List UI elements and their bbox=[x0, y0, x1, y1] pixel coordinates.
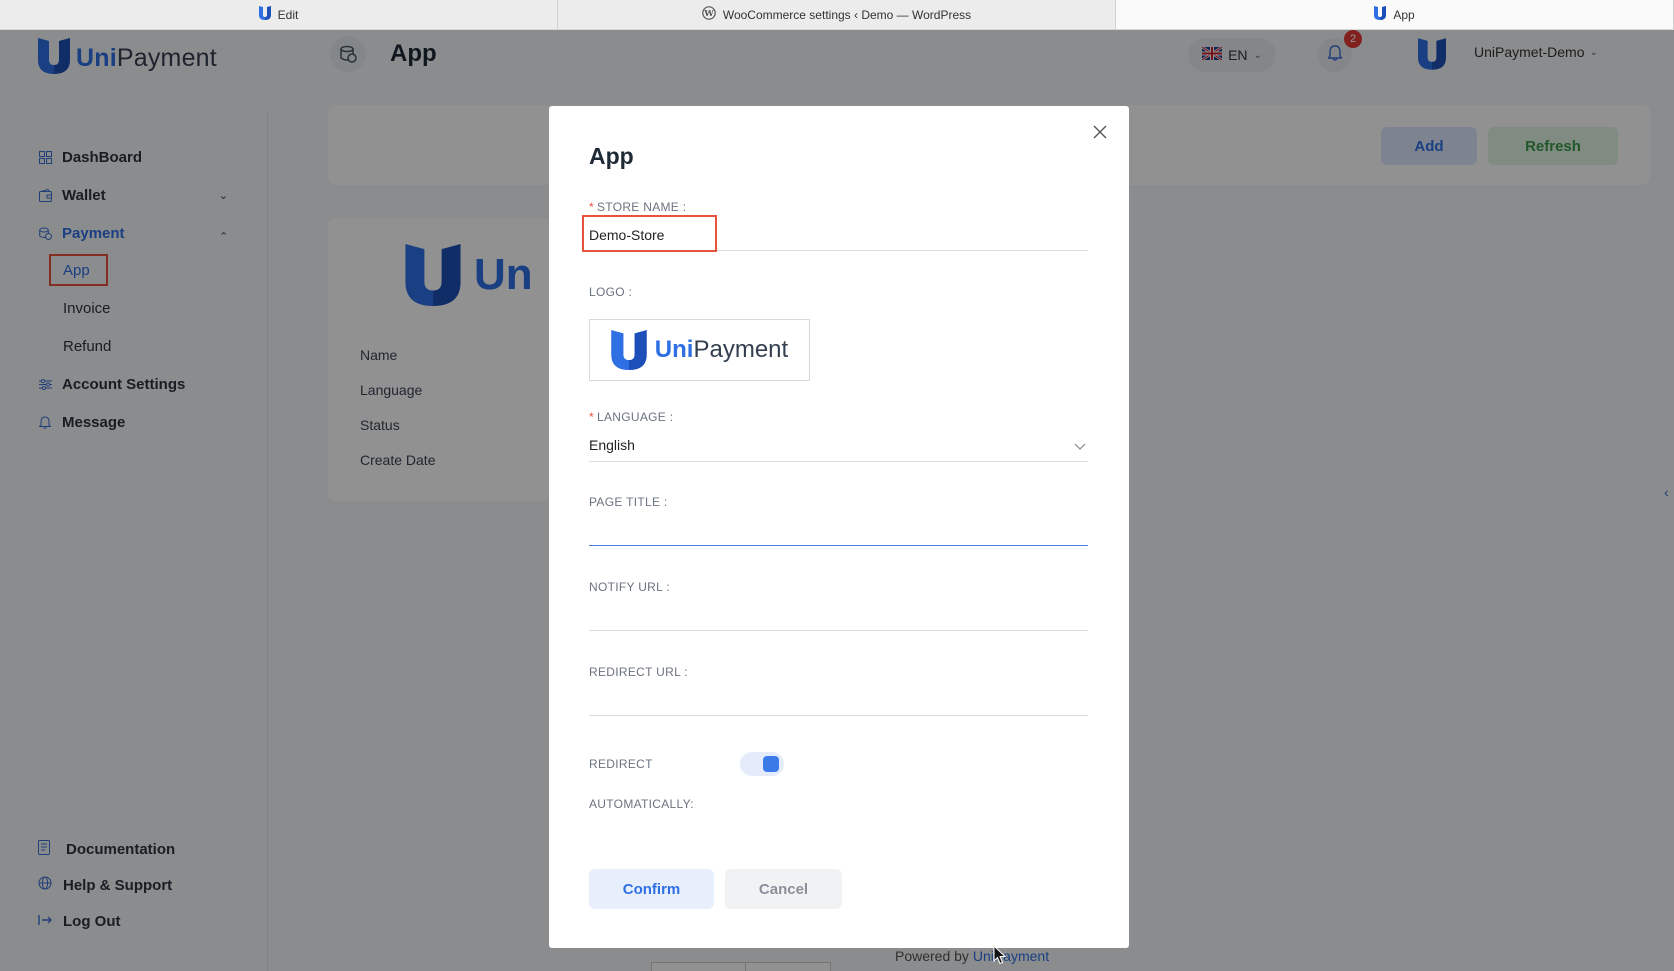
store-name-highlight-box bbox=[582, 215, 717, 252]
toggle-knob bbox=[763, 756, 779, 772]
unipayment-icon bbox=[258, 5, 271, 24]
wordpress-icon: W bbox=[702, 6, 716, 23]
notify-url-input[interactable] bbox=[589, 600, 1088, 628]
language-underline bbox=[589, 461, 1088, 462]
logo-label: LOGO : bbox=[589, 285, 633, 299]
close-icon[interactable] bbox=[1092, 124, 1108, 140]
browser-tab-strip: Edit W WooCommerce settings ‹ Demo — Wor… bbox=[0, 0, 1674, 30]
modal-title: App bbox=[589, 143, 634, 169]
redirect-url-input[interactable] bbox=[589, 685, 1088, 713]
mouse-cursor-icon bbox=[993, 944, 1007, 970]
browser-tab-woocommerce[interactable]: W WooCommerce settings ‹ Demo — WordPres… bbox=[558, 0, 1116, 29]
redirect-auto-label-line1: REDIRECT bbox=[589, 757, 653, 771]
browser-tab-label: Edit bbox=[277, 7, 299, 22]
store-name-label: * STORE NAME : bbox=[589, 200, 687, 214]
redirect-auto-label-line2: AUTOMATICALLY: bbox=[589, 797, 694, 811]
redirect-url-underline bbox=[589, 715, 1088, 716]
page-title-input[interactable] bbox=[589, 515, 1088, 543]
chevron-down-icon[interactable] bbox=[1074, 438, 1086, 456]
language-label: * LANGUAGE : bbox=[589, 410, 674, 424]
redirect-auto-toggle[interactable] bbox=[740, 752, 784, 776]
unipayment-icon bbox=[1374, 5, 1387, 24]
logo-upload[interactable]: UniPayment bbox=[589, 319, 810, 381]
browser-tab-label: WooCommerce settings ‹ Demo — WordPress bbox=[722, 7, 972, 22]
notify-url-label: NOTIFY URL : bbox=[589, 580, 670, 594]
confirm-button[interactable]: Confirm bbox=[589, 869, 714, 909]
svg-text:W: W bbox=[703, 9, 714, 19]
browser-tab-edit[interactable]: Edit bbox=[0, 0, 558, 29]
notify-url-underline bbox=[589, 630, 1088, 631]
language-select-value[interactable]: English bbox=[589, 437, 635, 453]
required-marker: * bbox=[589, 410, 594, 424]
logo-preview-text: UniPayment bbox=[654, 336, 789, 363]
unipayment-logo-icon bbox=[611, 330, 647, 370]
page-title-label: PAGE TITLE : bbox=[589, 495, 668, 509]
browser-tab-app[interactable]: App bbox=[1116, 0, 1674, 29]
page-title-underline bbox=[589, 545, 1088, 546]
cancel-button[interactable]: Cancel bbox=[725, 869, 842, 909]
browser-tab-label: App bbox=[1393, 7, 1415, 22]
required-marker: * bbox=[589, 200, 594, 214]
redirect-url-label: REDIRECT URL : bbox=[589, 665, 688, 679]
